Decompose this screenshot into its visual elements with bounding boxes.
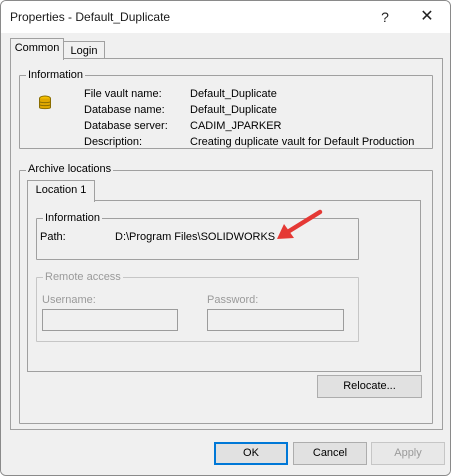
path-value: D:\Program Files\SOLIDWORKS — [115, 231, 276, 243]
relocate-button-label: Relocate... — [343, 380, 396, 392]
help-button[interactable]: ? — [369, 1, 401, 33]
help-icon: ? — [381, 9, 389, 25]
database-icon — [39, 95, 51, 110]
ok-button[interactable]: OK — [214, 442, 288, 465]
properties-dialog: Properties - Default_Duplicate ? ✕ Commo… — [0, 0, 451, 476]
window-title: Properties - Default_Duplicate — [10, 10, 171, 24]
cancel-button-label: Cancel — [312, 447, 348, 459]
information-group-label: Information — [26, 69, 86, 81]
password-field[interactable] — [207, 309, 344, 331]
tab-panel-common: Information File vault name: Default_Dup… — [10, 58, 443, 430]
username-field[interactable] — [42, 309, 178, 331]
relocate-button[interactable]: Relocate... — [317, 375, 422, 398]
close-icon: ✕ — [420, 8, 434, 25]
file-vault-name-label: File vault name: — [84, 88, 162, 100]
database-server-value: CADIM_JPARKER — [190, 120, 282, 132]
button-bar: OK Cancel Apply — [1, 433, 450, 475]
path-label: Path: — [40, 231, 66, 243]
close-button[interactable]: ✕ — [405, 1, 449, 33]
tab-common[interactable]: Common — [10, 38, 64, 60]
tab-location-1-label: Location 1 — [35, 184, 87, 196]
database-name-label: Database name: — [84, 104, 165, 116]
file-vault-name-value: Default_Duplicate — [190, 88, 277, 100]
path-information-label: Information — [43, 212, 103, 224]
tab-location-1[interactable]: Location 1 — [27, 180, 95, 202]
annotation-arrow-icon — [277, 209, 323, 239]
ok-button-label: OK — [243, 447, 259, 459]
database-name-value: Default_Duplicate — [190, 104, 277, 116]
database-server-label: Database server: — [84, 120, 168, 132]
password-label: Password: — [207, 294, 259, 306]
description-label: Description: — [84, 136, 143, 148]
location-1-panel: Information Path: D:\Program Files\SOLID… — [27, 200, 421, 372]
apply-button-label: Apply — [394, 447, 422, 459]
description-value: Creating duplicate vault for Default Pro… — [190, 136, 415, 148]
username-label: Username: — [42, 294, 96, 306]
title-bar: Properties - Default_Duplicate ? ✕ — [1, 1, 450, 33]
remote-access-label: Remote access — [43, 271, 123, 283]
tab-common-label: Common — [14, 42, 60, 54]
cancel-button[interactable]: Cancel — [293, 442, 367, 465]
apply-button[interactable]: Apply — [371, 442, 445, 465]
tab-login-label: Login — [70, 45, 98, 57]
archive-locations-label: Archive locations — [26, 163, 114, 175]
